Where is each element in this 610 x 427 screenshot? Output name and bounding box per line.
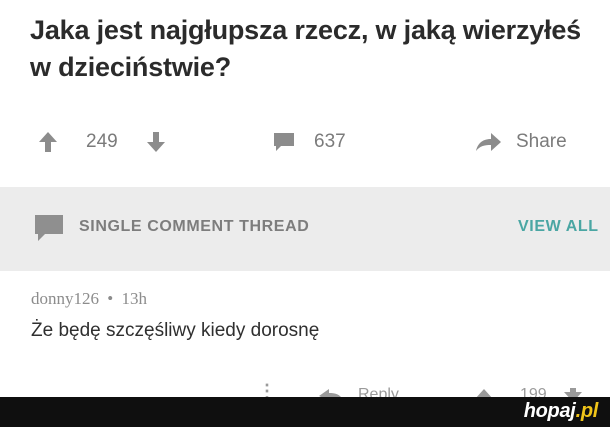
share-button[interactable]: Share [474, 125, 567, 159]
view-all-link[interactable]: VIEW ALL [518, 218, 599, 236]
post-comment-count: 637 [314, 131, 346, 152]
meta-separator: • [107, 289, 114, 308]
thread-bar: SINGLE COMMENT THREAD VIEW ALL [0, 187, 610, 271]
post-vote-count: 249 [86, 131, 118, 152]
upvote-arrow-icon[interactable] [38, 131, 58, 153]
comment-time: 13h [121, 289, 147, 308]
share-label: Share [516, 131, 567, 152]
comment-meta: donny126 • 13h [31, 289, 147, 309]
single-thread-label: SINGLE COMMENT THREAD [79, 218, 310, 235]
post-title: Jaka jest najgłupsza rzecz, w jaką wierz… [30, 15, 581, 82]
brand-main: hopaj [523, 400, 576, 422]
downvote-arrow-icon[interactable] [146, 131, 166, 153]
comment-bubble-icon [35, 215, 63, 241]
comment-text: Że będę szczęśliwy kiedy dorosnę [31, 320, 320, 341]
vote-group: 249 [38, 125, 165, 159]
post-actions: 249 637 Share [0, 125, 610, 159]
site-logo[interactable]: hopaj.pl [523, 400, 599, 423]
share-arrow-icon [476, 133, 501, 151]
comments-button[interactable]: 637 [272, 125, 346, 159]
site-footer: hopaj.pl [0, 397, 610, 427]
comment-bubble-icon [274, 133, 294, 151]
brand-tld: .pl [575, 400, 599, 422]
comment-author[interactable]: donny126 [31, 289, 99, 308]
